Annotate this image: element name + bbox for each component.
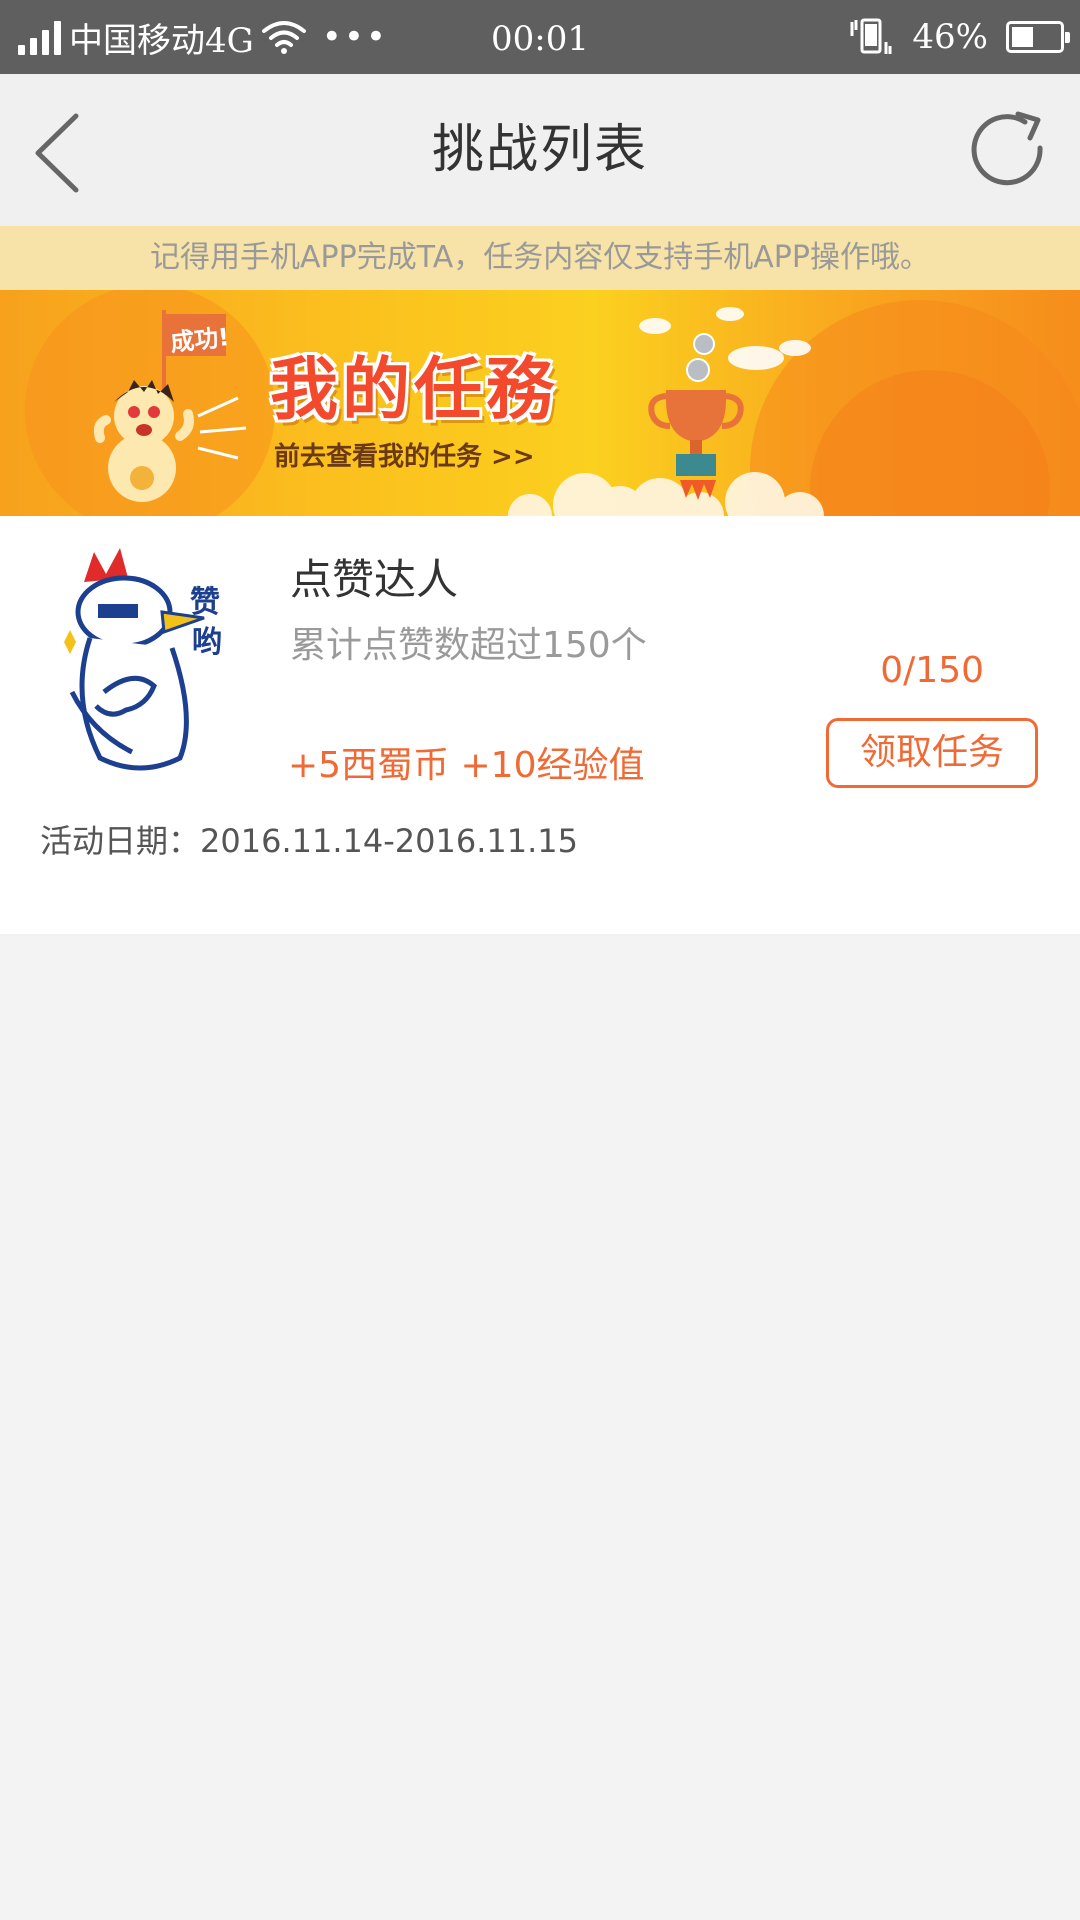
icon-text-1: 赞 <box>190 585 220 620</box>
my-tasks-banner[interactable]: 成功! 我的任務 前去查看我的任务 >> <box>0 290 1080 516</box>
notice-bar: 记得用手机APP完成TA，任务内容仅支持手机APP操作哦。 <box>0 226 1080 290</box>
nav-bar: 挑战列表 <box>0 74 1080 226</box>
banner-flag-text: 成功! <box>168 322 231 357</box>
task-name: 点赞达人 <box>290 555 459 604</box>
refresh-button[interactable] <box>968 110 1050 192</box>
vibrate-icon <box>850 18 892 54</box>
battery-icon <box>1006 21 1070 53</box>
task-date: 活动日期：2016.11.14-2016.11.15 <box>40 822 578 860</box>
rooster-thumbs-up-icon: 赞 哟 <box>64 548 222 771</box>
claim-task-button[interactable]: 领取任务 <box>826 718 1038 788</box>
status-bar: 中国移动4G ••• 00:01 46% <box>0 0 1080 74</box>
icon-text-2: 哟 <box>192 625 222 660</box>
task-card: 赞 哟 点赞达人 累计点赞数超过150个 +5西蜀币 +10经验值 0/150 … <box>0 516 1080 934</box>
banner-title: 我的任務 <box>270 351 559 430</box>
refresh-icon <box>971 111 1043 186</box>
task-reward: +5西蜀币 +10经验值 <box>288 745 645 786</box>
trophy-icon <box>648 333 744 500</box>
status-right: 46% <box>848 0 1070 74</box>
page-title: 挑战列表 <box>431 120 648 180</box>
battery-percent: 46% <box>912 17 988 57</box>
task-progress: 0/150 <box>880 650 984 691</box>
battery-level-fill <box>1012 27 1034 47</box>
banner-link[interactable]: 前去查看我的任务 >> <box>274 436 535 473</box>
task-description: 累计点赞数超过150个 <box>290 625 647 666</box>
